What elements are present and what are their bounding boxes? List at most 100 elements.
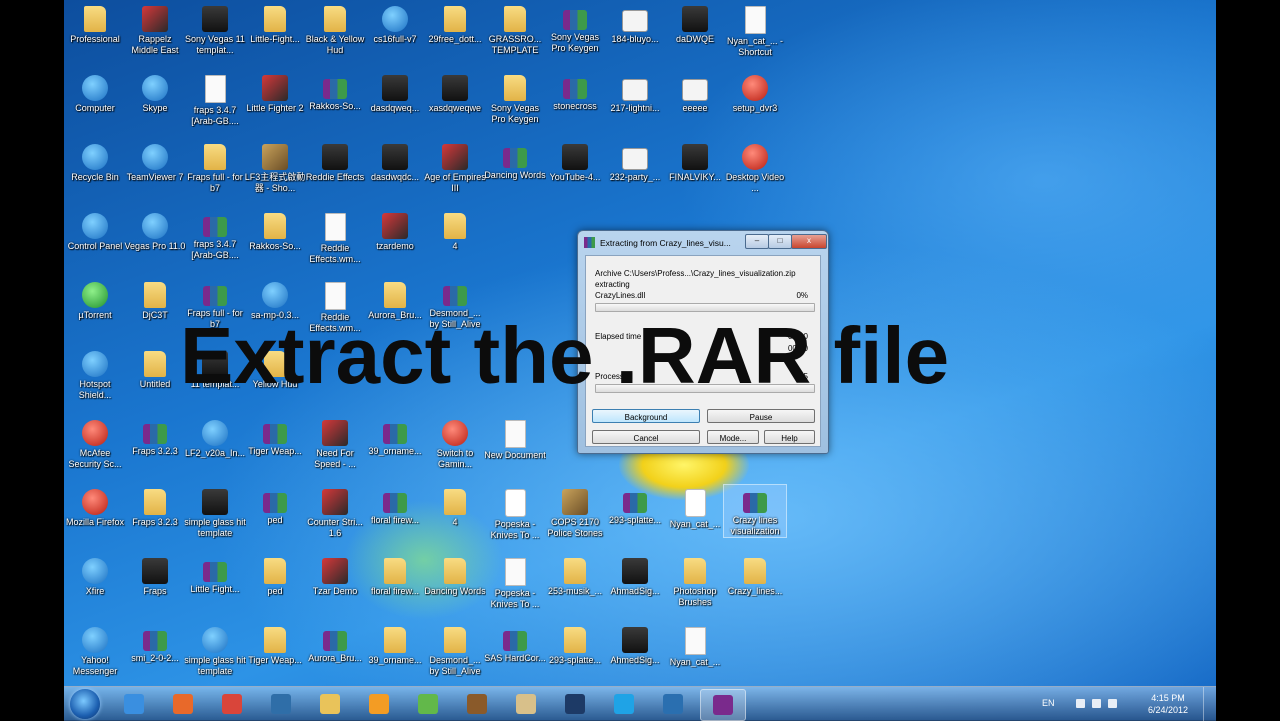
desktop-icon[interactable]: Little Fighter 2: [244, 71, 306, 114]
taskbar-button[interactable]: [553, 689, 597, 719]
desktop-icon[interactable]: Rakkos-So...: [304, 71, 366, 112]
volume-icon[interactable]: [1108, 699, 1117, 708]
desktop-icon[interactable]: Photoshop Brushes: [664, 554, 726, 608]
taskbar-button[interactable]: [357, 689, 401, 719]
clock[interactable]: 4:15 PM 6/24/2012: [1148, 692, 1188, 716]
desktop-icon[interactable]: Tzar Demo: [304, 554, 366, 597]
desktop-icon[interactable]: SAS HardCor...: [484, 623, 546, 664]
desktop-icon[interactable]: Aurora_Bru...: [304, 623, 366, 664]
desktop-icon[interactable]: 184-bluyo...: [604, 2, 666, 45]
desktop-icon[interactable]: Professional: [64, 2, 126, 45]
desktop-icon[interactable]: floral firew...: [364, 485, 426, 526]
desktop-icon[interactable]: LF3主程式啟動器 - Sho...: [244, 140, 306, 194]
desktop-icon[interactable]: Fraps 3.2.3: [124, 485, 186, 528]
desktop-icon[interactable]: Nyan_cat_...: [664, 485, 726, 530]
desktop-icon[interactable]: Yahoo! Messenger: [64, 623, 126, 677]
taskbar-button[interactable]: [112, 689, 156, 719]
minimize-button[interactable]: –: [745, 234, 769, 249]
desktop-icon[interactable]: Sony Vegas 11 templat...: [184, 2, 246, 56]
desktop-icon[interactable]: Popeska - Knives To ...: [484, 485, 546, 541]
desktop-icon[interactable]: Counter Stri... 1.6: [304, 485, 366, 539]
flag-icon[interactable]: [1076, 699, 1085, 708]
desktop-icon[interactable]: 232-party_...: [604, 140, 666, 183]
desktop-icon[interactable]: Fraps full - for b7: [184, 140, 246, 194]
mode-button[interactable]: Mode...: [707, 430, 759, 444]
desktop-icon[interactable]: Crazy lines visualization: [723, 484, 787, 538]
desktop-icon[interactable]: Reddie Effects: [304, 140, 366, 183]
desktop-icon[interactable]: GRASSRO... TEMPLATE: [484, 2, 546, 56]
taskbar-button[interactable]: [504, 689, 548, 719]
taskbar-button[interactable]: [455, 689, 499, 719]
cancel-button[interactable]: Cancel: [592, 430, 700, 444]
pause-button[interactable]: Pause: [707, 409, 815, 423]
help-button[interactable]: Help: [764, 430, 815, 444]
maximize-button[interactable]: □: [768, 234, 792, 249]
desktop-icon[interactable]: LF2_v20a_In...: [184, 416, 246, 459]
desktop-icon[interactable]: AhmedSig...: [604, 623, 666, 666]
desktop-icon[interactable]: Fraps: [124, 554, 186, 597]
close-button[interactable]: x: [791, 234, 827, 249]
desktop-icon[interactable]: DjC3T: [124, 278, 186, 321]
desktop-icon[interactable]: 293-splatte...: [604, 485, 666, 526]
desktop-icon[interactable]: Little-Fight...: [244, 2, 306, 45]
taskbar-button[interactable]: [602, 689, 646, 719]
taskbar-button[interactable]: [651, 689, 695, 719]
desktop-icon[interactable]: Control Panel: [64, 209, 126, 252]
desktop-icon[interactable]: Sony Vegas Pro Keygen: [544, 2, 606, 54]
taskbar-button[interactable]: [210, 689, 254, 719]
desktop-icon[interactable]: 4: [424, 485, 486, 528]
desktop-icon[interactable]: 39_orname...: [364, 623, 426, 666]
desktop-icon[interactable]: Sony Vegas Pro Keygen: [484, 71, 546, 125]
dialog-titlebar[interactable]: Extracting from Crazy_lines_visu... – □ …: [578, 231, 828, 253]
desktop-icon[interactable]: stonecross: [544, 71, 606, 112]
desktop-icon[interactable]: Black & Yellow Hud: [304, 2, 366, 56]
taskbar-button[interactable]: [406, 689, 450, 719]
desktop-icon[interactable]: simple glass hit template: [184, 623, 246, 677]
desktop-icon[interactable]: fraps 3.4.7 [Arab-GB....: [184, 71, 246, 127]
desktop-icon[interactable]: Untitled: [124, 347, 186, 390]
desktop-icon[interactable]: COPS 2170 Police Stones: [544, 485, 606, 539]
desktop-icon[interactable]: Xfire: [64, 554, 126, 597]
desktop-icon[interactable]: smi_2-0-2...: [124, 623, 186, 664]
desktop-icon[interactable]: Rakkos-So...: [244, 209, 306, 252]
desktop-icon[interactable]: setup_dvr3: [724, 71, 786, 114]
desktop-icon[interactable]: ped: [244, 485, 306, 526]
desktop-icon[interactable]: Mozilla Firefox: [64, 485, 126, 528]
desktop-icon[interactable]: Tiger Weap...: [244, 416, 306, 457]
taskbar-button[interactable]: [259, 689, 303, 719]
desktop-icon[interactable]: 253-musik_...: [544, 554, 606, 597]
desktop-icon[interactable]: dasdqweq...: [364, 71, 426, 114]
desktop-icon[interactable]: Nyan_cat_... - Shortcut: [724, 2, 786, 58]
taskbar-button[interactable]: [700, 689, 746, 721]
desktop-icon[interactable]: µTorrent: [64, 278, 126, 321]
desktop-icon[interactable]: Popeska - Knives To ...: [484, 554, 546, 610]
desktop-icon[interactable]: AhmadSig...: [604, 554, 666, 597]
taskbar-button[interactable]: [308, 689, 352, 719]
desktop-icon[interactable]: fraps 3.4.7 [Arab-GB....: [184, 209, 246, 261]
desktop-icon[interactable]: Rappelz Middle East: [124, 2, 186, 56]
desktop-icon[interactable]: Vegas Pro 11.0: [124, 209, 186, 252]
desktop-icon[interactable]: Little Fight...: [184, 554, 246, 595]
network-icon[interactable]: [1092, 699, 1101, 708]
desktop-icon[interactable]: Tiger Weap...: [244, 623, 306, 666]
desktop-icon[interactable]: McAfee Security Sc...: [64, 416, 126, 470]
desktop-icon[interactable]: xasdqweqwe: [424, 71, 486, 114]
desktop-icon[interactable]: Recycle Bin: [64, 140, 126, 183]
desktop-icon[interactable]: 4: [424, 209, 486, 252]
desktop-icon[interactable]: Crazy_lines...: [724, 554, 786, 597]
desktop-icon[interactable]: Switch to Gamin...: [424, 416, 486, 470]
background-button[interactable]: Background: [592, 409, 700, 423]
desktop-icon[interactable]: Nyan_cat_...: [664, 623, 726, 668]
desktop-icon[interactable]: 39_orname...: [364, 416, 426, 457]
desktop-icon[interactable]: New Document: [484, 416, 546, 461]
desktop-icon[interactable]: floral firew...: [364, 554, 426, 597]
desktop-icon[interactable]: tzardemo: [364, 209, 426, 252]
desktop-icon[interactable]: Skype: [124, 71, 186, 114]
desktop-icon[interactable]: ped: [244, 554, 306, 597]
desktop-icon[interactable]: Reddie Effects.wm...: [304, 209, 366, 265]
start-button[interactable]: [70, 689, 100, 719]
desktop-icon[interactable]: Dancing Words: [424, 554, 486, 597]
desktop-icon[interactable]: eeeee: [664, 71, 726, 114]
desktop-icon[interactable]: Desktop Video ...: [724, 140, 786, 194]
desktop-icon[interactable]: FINALVIKY...: [664, 140, 726, 183]
